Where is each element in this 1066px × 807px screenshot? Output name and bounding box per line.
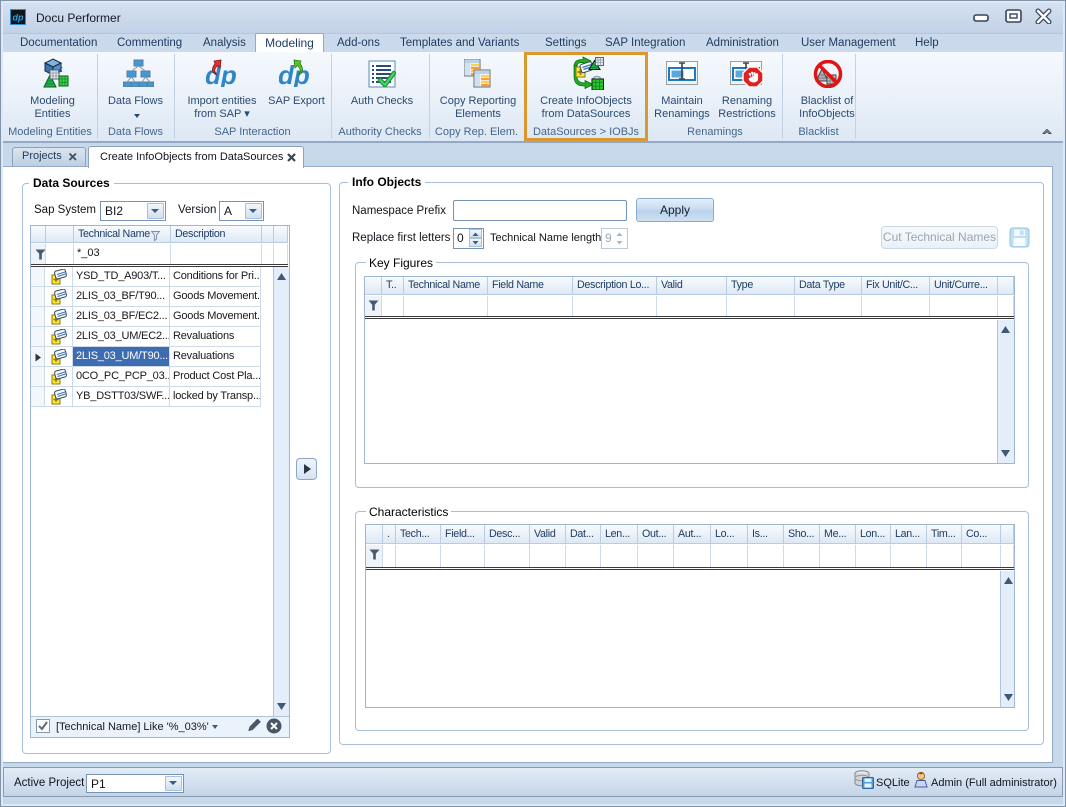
svg-text:dp: dp: [13, 13, 24, 23]
svg-text:dp: dp: [206, 60, 237, 87]
